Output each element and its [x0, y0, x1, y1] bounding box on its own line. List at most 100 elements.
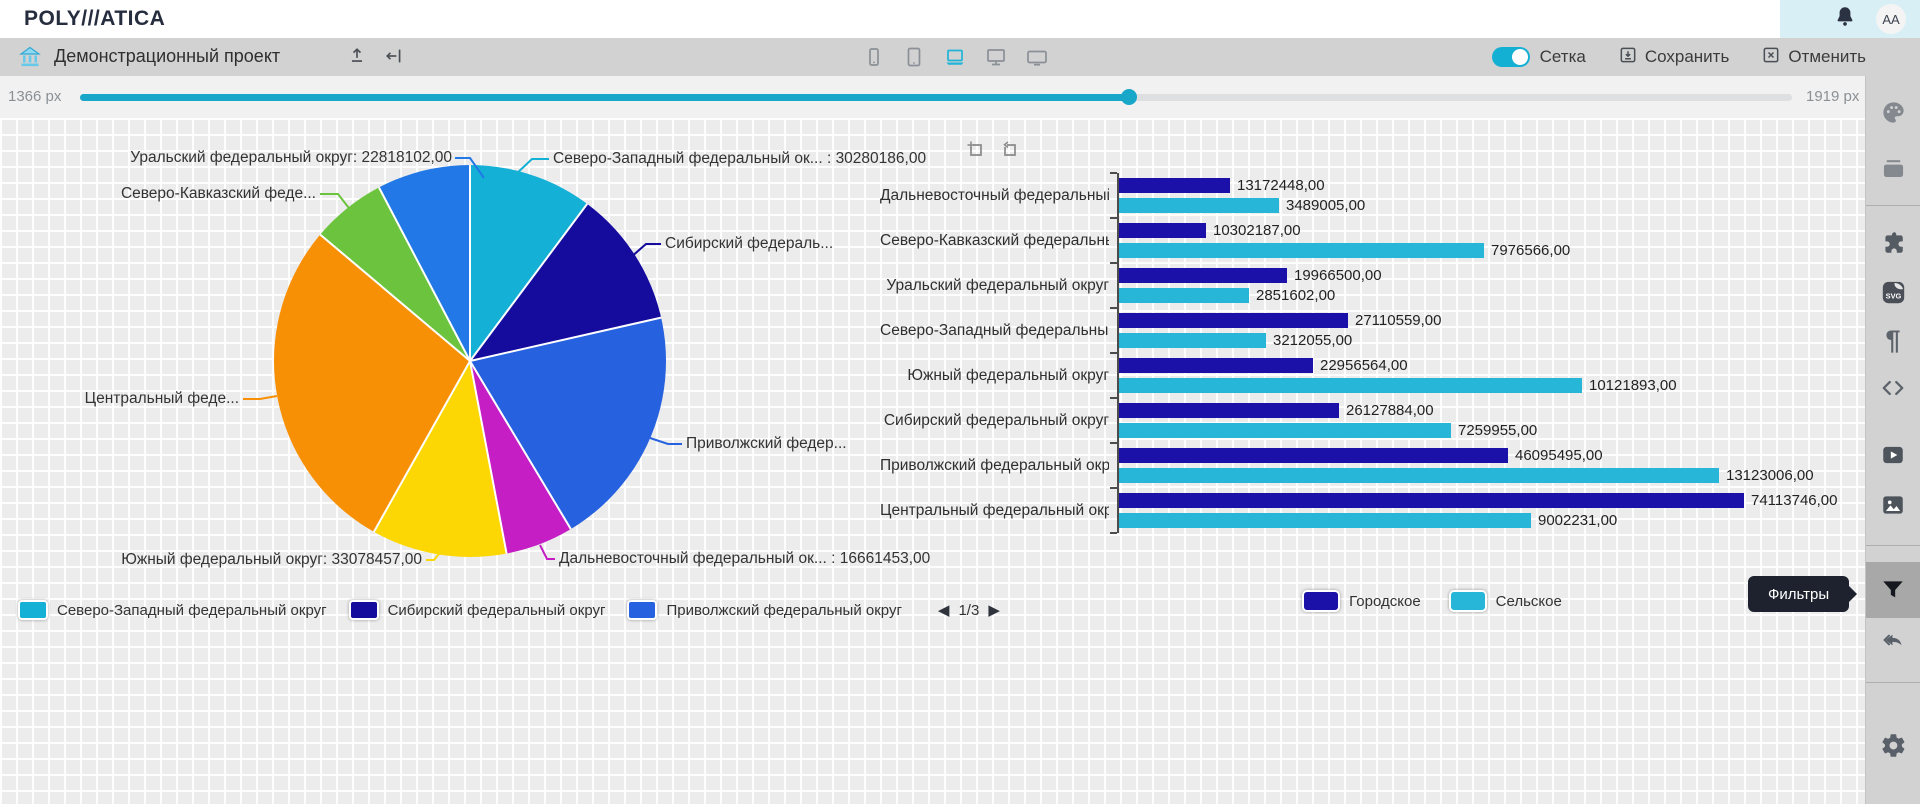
bar-category-label: Сибирский федеральный округ: [880, 398, 1109, 443]
right-sidebar: SVG ¶: [1865, 76, 1920, 804]
bar-value-label: 22956564,00: [1320, 358, 1408, 373]
bar-urban[interactable]: [1119, 178, 1230, 193]
bar-urban[interactable]: [1119, 358, 1313, 373]
bar-rural[interactable]: [1119, 333, 1266, 348]
app-root: POLY///ATICA AA Демонстрационный проект: [0, 0, 1920, 804]
bar-rural[interactable]: [1119, 468, 1719, 483]
bar-value-label: 10302187,00: [1213, 223, 1301, 238]
bar-category-label: Приволжский федеральный округ: [880, 443, 1109, 488]
bar-category-label: Центральный федеральный округ: [880, 488, 1109, 533]
bar-group: Приволжский федеральный округ46095495,00…: [880, 443, 1820, 488]
legend-swatch: [349, 600, 379, 620]
pie-legend-item[interactable]: Северо-Западный федеральный округ: [18, 600, 327, 620]
grid-toggle[interactable]: [1492, 47, 1530, 67]
code-icon[interactable]: [1866, 368, 1920, 408]
avatar[interactable]: AA: [1876, 4, 1906, 34]
sidebar-divider: [1866, 682, 1920, 683]
dashboard-canvas: Уральский федеральный округ: 22818102,00…: [0, 118, 1866, 804]
undo-all-icon[interactable]: [1866, 620, 1920, 660]
save-button[interactable]: Сохранить: [1618, 45, 1729, 70]
bar-value-label: 9002231,00: [1538, 513, 1617, 528]
sidebar-divider: [1866, 545, 1920, 546]
bar-urban[interactable]: [1119, 448, 1508, 463]
svg-file-icon[interactable]: SVG: [1866, 272, 1920, 312]
palette-icon[interactable]: [1866, 92, 1920, 132]
bar-urban[interactable]: [1119, 493, 1744, 508]
bar-legend-item[interactable]: Сельское: [1449, 590, 1562, 612]
bar-value-label: 74113746,00: [1751, 493, 1837, 508]
pie-slice-label: Сибирский федераль...: [665, 235, 833, 253]
pie-legend-item[interactable]: Приволжский федеральный округ: [627, 600, 901, 620]
bar-group: Центральный федеральный округ74113746,00…: [880, 488, 1820, 533]
bar-value-label: 7259955,00: [1458, 423, 1537, 438]
grid-toggle-label: Сетка: [1540, 47, 1586, 67]
legend-swatch: [18, 600, 48, 620]
device-phone-icon[interactable]: [862, 45, 886, 69]
width-slider-row: 1366 px 1919 px: [0, 76, 1866, 118]
bar-rural[interactable]: [1119, 198, 1279, 213]
toolbar-actions: Сетка Сохранить Отменить: [1492, 38, 1866, 76]
bank-icon[interactable]: [18, 45, 42, 69]
upload-icon[interactable]: [346, 45, 370, 69]
bar-legend-item[interactable]: Городское: [1302, 590, 1420, 612]
bar-group: Южный федеральный округ22956564,00101218…: [880, 353, 1820, 398]
settings-gear-icon[interactable]: [1866, 725, 1920, 765]
bar-legend: Городское Сельское: [1117, 590, 1747, 612]
bar-rural[interactable]: [1119, 378, 1582, 393]
save-button-label: Сохранить: [1645, 47, 1729, 67]
pie-legend-item[interactable]: Сибирский федеральный округ: [349, 600, 606, 620]
video-player-icon[interactable]: [1866, 435, 1920, 475]
reset-selection-icon[interactable]: [998, 138, 1022, 167]
width-slider-track[interactable]: [80, 94, 1792, 101]
pie-chart[interactable]: [274, 165, 666, 557]
bar-value-label: 13172448,00: [1237, 178, 1325, 193]
legend-label: Сельское: [1496, 593, 1562, 610]
bar-category-label: Уральский федеральный округ: [880, 263, 1109, 308]
bar-category-label: Южный федеральный округ: [880, 353, 1109, 398]
pie-slice-label: Северо-Кавказский феде...: [121, 185, 316, 203]
legend-swatch: [1302, 590, 1340, 612]
pie-slice-label: Уральский федеральный округ: 22818102,00: [130, 149, 452, 167]
bar-chart-widget[interactable]: Дальневосточный федеральный ок... 1317244…: [880, 138, 1820, 658]
image-icon[interactable]: [1866, 485, 1920, 525]
drawer-icon[interactable]: [1866, 148, 1920, 188]
cancel-button[interactable]: Отменить: [1761, 45, 1866, 70]
bar-urban[interactable]: [1119, 313, 1348, 328]
pie-slice-label: Северо-Западный федеральный ок... : 3028…: [553, 150, 926, 168]
pie-slice-label: Приволжский федер...: [686, 435, 847, 453]
collapse-left-icon[interactable]: [384, 45, 408, 69]
slider-min-label: 1366 px: [8, 88, 61, 105]
bar-group: Северо-Западный федеральный ок... 2711055…: [880, 308, 1820, 353]
bar-category-label: Северо-Кавказский федеральный ...: [880, 218, 1109, 263]
bar-category-label: Дальневосточный федеральный ок...: [880, 173, 1109, 218]
bar-rural[interactable]: [1119, 513, 1531, 528]
slider-max-label: 1919 px: [1806, 88, 1859, 105]
width-slider-handle[interactable]: [1121, 89, 1137, 105]
device-laptop-icon[interactable]: [942, 45, 968, 69]
bar-urban[interactable]: [1119, 268, 1287, 283]
bar-rural[interactable]: [1119, 243, 1484, 258]
bar-urban[interactable]: [1119, 223, 1206, 238]
bar-group: Дальневосточный федеральный ок... 1317244…: [880, 173, 1820, 218]
filters-tooltip: Фильтры: [1748, 576, 1849, 612]
device-tablet-icon[interactable]: [902, 45, 926, 69]
device-tv-icon[interactable]: [1024, 45, 1050, 69]
zoom-selection-icon[interactable]: [964, 138, 988, 167]
bar-rural[interactable]: [1119, 423, 1451, 438]
sidebar-divider: [1866, 205, 1920, 206]
bar-rural[interactable]: [1119, 288, 1249, 303]
bar-chart-tools: [964, 138, 1022, 167]
bar-category-label: Северо-Западный федеральный ок...: [880, 308, 1109, 353]
filter-icon[interactable]: [1866, 570, 1920, 610]
cancel-button-label: Отменить: [1788, 47, 1866, 67]
pilcrow-icon[interactable]: ¶: [1866, 320, 1920, 360]
bar-urban[interactable]: [1119, 403, 1339, 418]
device-desktop-icon[interactable]: [984, 45, 1008, 69]
bell-icon[interactable]: [1832, 4, 1858, 35]
puzzle-icon[interactable]: [1866, 223, 1920, 263]
bar-value-label: 7976566,00: [1491, 243, 1570, 258]
bar-value-label: 27110559,00: [1355, 313, 1441, 328]
bar-value-label: 3489005,00: [1286, 198, 1365, 213]
bar-group: Сибирский федеральный округ26127884,0072…: [880, 398, 1820, 443]
bar-value-label: 13123006,00: [1726, 468, 1814, 483]
